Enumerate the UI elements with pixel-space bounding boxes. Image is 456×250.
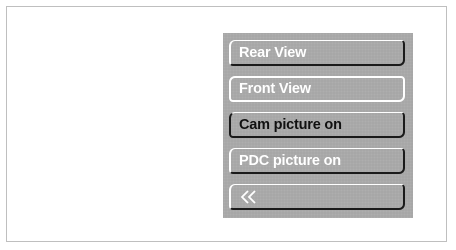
back-button[interactable]	[229, 184, 405, 210]
menu-item-label: PDC picture on	[239, 152, 341, 169]
double-chevron-left-icon	[239, 189, 259, 205]
menu-item-pdc-picture-on[interactable]: PDC picture on	[229, 148, 405, 174]
menu-item-rear-view[interactable]: Rear View	[229, 40, 405, 66]
menu-item-label: Rear View	[239, 44, 307, 61]
menu-item-front-view[interactable]: Front View	[229, 76, 405, 102]
camera-menu-panel: Rear View Front View Cam picture on PDC …	[223, 33, 413, 218]
menu-item-label: Cam picture on	[239, 116, 342, 133]
menu-item-label: Front View	[239, 81, 311, 97]
screen: Rear View Front View Cam picture on PDC …	[0, 0, 456, 250]
menu-item-cam-picture-on[interactable]: Cam picture on	[229, 112, 405, 138]
